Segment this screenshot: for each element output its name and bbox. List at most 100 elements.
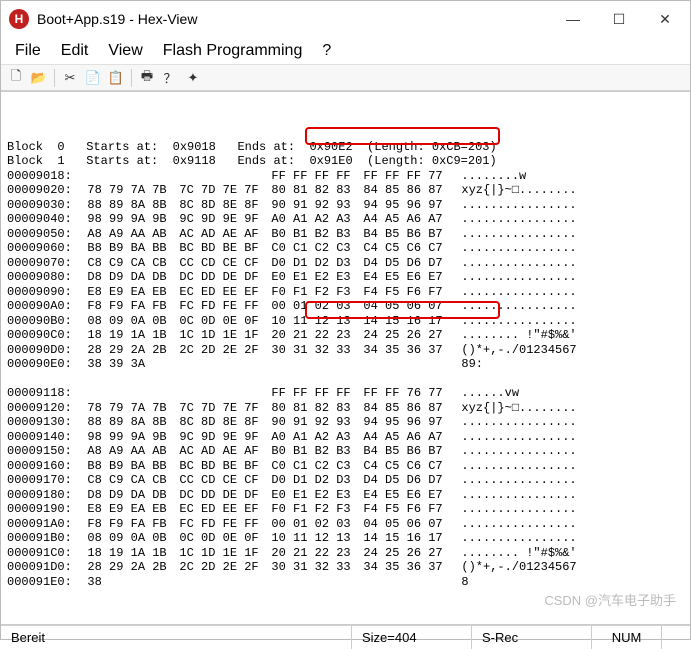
hex-row[interactable] xyxy=(7,372,684,387)
menubar: File Edit View Flash Programming ? xyxy=(1,37,690,65)
hex-address: 000090C0: xyxy=(7,328,73,343)
hex-row[interactable]: 00009170: C8 C9 CA CBCC CD CE CFD0 D1 D2… xyxy=(7,473,684,488)
print-icon[interactable]: 🖶 xyxy=(136,67,158,89)
menu-flash-programming[interactable]: Flash Programming xyxy=(155,40,311,62)
hex-group: D0 D1 D2 D3 xyxy=(271,473,363,488)
menu-view[interactable]: View xyxy=(100,40,150,62)
hex-address: 00009118: xyxy=(7,386,73,401)
hex-row[interactable]: 00009050: A8 A9 AA ABAC AD AE AFB0 B1 B2… xyxy=(7,227,684,242)
hex-address: 00009190: xyxy=(7,502,73,517)
hex-row[interactable]: 00009090: E8 E9 EA EBEC ED EE EFF0 F1 F2… xyxy=(7,285,684,300)
hex-row[interactable]: 00009040: 98 99 9A 9B9C 9D 9E 9FA0 A1 A2… xyxy=(7,212,684,227)
hex-group: 88 89 8A 8B xyxy=(87,415,179,430)
hex-row[interactable]: 000091C0: 18 19 1A 1B1C 1D 1E 1F20 21 22… xyxy=(7,546,684,561)
hex-group: F0 F1 F2 F3 xyxy=(271,502,363,517)
hex-ascii: ................ xyxy=(455,212,576,227)
hex-group: C0 C1 C2 C3 xyxy=(271,241,363,256)
about-icon[interactable]: ？ xyxy=(159,67,181,89)
hex-group: E8 E9 EA EB xyxy=(87,285,179,300)
hex-group: A4 A5 A6 A7 xyxy=(363,212,455,227)
window-controls: — ☐ ✕ xyxy=(550,3,688,35)
hex-address: 00009030: xyxy=(7,198,73,213)
status-ready: Bereit xyxy=(1,626,352,649)
hex-row[interactable]: 00009160: B8 B9 BA BBBC BD BE BFC0 C1 C2… xyxy=(7,459,684,474)
hex-row[interactable]: 00009130: 88 89 8A 8B8C 8D 8E 8F90 91 92… xyxy=(7,415,684,430)
hex-ascii: ()*+,-./01234567 xyxy=(455,560,576,575)
hex-row[interactable]: 00009080: D8 D9 DA DBDC DD DE DFE0 E1 E2… xyxy=(7,270,684,285)
hex-group: D4 D5 D6 D7 xyxy=(363,256,455,271)
copy-icon[interactable]: 📄 xyxy=(82,67,104,89)
hex-address: 000091E0: xyxy=(7,575,73,590)
status-format: S-Rec xyxy=(472,626,592,649)
menu-file[interactable]: File xyxy=(7,40,49,62)
hex-row[interactable]: 000091B0: 08 09 0A 0B0C 0D 0E 0F10 11 12… xyxy=(7,531,684,546)
hex-ascii: ()*+,-./01234567 xyxy=(455,343,576,358)
hex-view[interactable]: Block 0 Starts at: 0x9018 Ends at: 0x90E… xyxy=(1,91,690,625)
open-icon[interactable]: 📂 xyxy=(28,67,50,89)
hex-ascii: ................ xyxy=(455,256,576,271)
hex-row[interactable]: 000090D0: 28 29 2A 2B2C 2D 2E 2F30 31 32… xyxy=(7,343,684,358)
hex-row[interactable]: 000090B0: 08 09 0A 0B0C 0D 0E 0F10 11 12… xyxy=(7,314,684,329)
hex-group: 04 05 06 07 xyxy=(363,517,455,532)
hex-group: 90 91 92 93 xyxy=(271,415,363,430)
hex-ascii: ........ !"#$%&' xyxy=(455,328,576,343)
hex-row[interactable]: 000091E0: 38 8 xyxy=(7,575,684,590)
hex-group: 8C 8D 8E 8F xyxy=(179,415,271,430)
new-icon[interactable]: 🗋 xyxy=(5,67,27,89)
block-header: Block 1 Starts at: 0x9118 Ends at: 0x91E… xyxy=(7,154,684,169)
hex-group: 94 95 96 97 xyxy=(363,198,455,213)
hex-group: BC BD BE BF xyxy=(179,241,271,256)
hex-group: FC FD FE FF xyxy=(179,299,271,314)
hex-ascii: ................ xyxy=(455,488,576,503)
hex-group: AC AD AE AF xyxy=(179,444,271,459)
hex-row[interactable]: 000090C0: 18 19 1A 1B1C 1D 1E 1F20 21 22… xyxy=(7,328,684,343)
hex-ascii: ................ xyxy=(455,241,576,256)
hex-group: 28 29 2A 2B xyxy=(87,343,179,358)
hex-ascii: ................ xyxy=(455,299,576,314)
cut-icon[interactable]: ✂ xyxy=(59,67,81,89)
hex-row[interactable]: 00009070: C8 C9 CA CBCC CD CE CFD0 D1 D2… xyxy=(7,256,684,271)
hex-address: 00009180: xyxy=(7,488,73,503)
status-size: Size=404 xyxy=(352,626,472,649)
hex-row[interactable]: 00009180: D8 D9 DA DBDC DD DE DFE0 E1 E2… xyxy=(7,488,684,503)
hex-row[interactable]: 000090A0: F8 F9 FA FBFC FD FE FF00 01 02… xyxy=(7,299,684,314)
hex-row[interactable]: 00009150: A8 A9 AA ABAC AD AE AFB0 B1 B2… xyxy=(7,444,684,459)
hex-group xyxy=(179,357,271,372)
hex-row[interactable]: 000091D0: 28 29 2A 2B2C 2D 2E 2F30 31 32… xyxy=(7,560,684,575)
hex-row[interactable]: 000091A0: F8 F9 FA FBFC FD FE FF00 01 02… xyxy=(7,517,684,532)
hex-row[interactable]: 00009030: 88 89 8A 8B8C 8D 8E 8F90 91 92… xyxy=(7,198,684,213)
hex-group: 34 35 36 37 xyxy=(363,343,455,358)
close-button[interactable]: ✕ xyxy=(642,3,688,35)
hex-group: D4 D5 D6 D7 xyxy=(363,473,455,488)
hex-address: 000091D0: xyxy=(7,560,73,575)
hex-group: D8 D9 DA DB xyxy=(87,270,179,285)
hex-row[interactable]: 00009118: FF FF FF FFFF FF 76 77......vw xyxy=(7,386,684,401)
hex-group: F8 F9 FA FB xyxy=(87,299,179,314)
hex-address: 00009130: xyxy=(7,415,73,430)
info-icon[interactable]: ✦ xyxy=(182,67,204,89)
hex-group: F4 F5 F6 F7 xyxy=(363,285,455,300)
minimize-button[interactable]: — xyxy=(550,3,596,35)
hex-group: F0 F1 F2 F3 xyxy=(271,285,363,300)
hex-row[interactable]: 00009190: E8 E9 EA EBEC ED EE EFF0 F1 F2… xyxy=(7,502,684,517)
hex-row[interactable]: 00009060: B8 B9 BA BBBC BD BE BFC0 C1 C2… xyxy=(7,241,684,256)
hex-group: DC DD DE DF xyxy=(179,270,271,285)
hex-row[interactable]: 00009140: 98 99 9A 9B9C 9D 9E 9FA0 A1 A2… xyxy=(7,430,684,445)
menu-help[interactable]: ? xyxy=(314,40,339,62)
hex-address: 00009070: xyxy=(7,256,73,271)
hex-ascii: xyz{|}~□........ xyxy=(455,401,576,416)
hex-group: 30 31 32 33 xyxy=(271,343,363,358)
maximize-button[interactable]: ☐ xyxy=(596,3,642,35)
hex-row[interactable]: 00009020: 78 79 7A 7B7C 7D 7E 7F80 81 82… xyxy=(7,183,684,198)
hex-address: 00009020: xyxy=(7,183,73,198)
hex-row[interactable]: 00009018: FF FF FF FFFF FF FF 77........… xyxy=(7,169,684,184)
hex-group xyxy=(271,357,363,372)
hex-group: F4 F5 F6 F7 xyxy=(363,502,455,517)
hex-address: 00009050: xyxy=(7,227,73,242)
paste-icon[interactable]: 📋 xyxy=(105,67,127,89)
hex-address: 00009040: xyxy=(7,212,73,227)
hex-group xyxy=(87,169,179,184)
menu-edit[interactable]: Edit xyxy=(53,40,97,62)
hex-row[interactable]: 00009120: 78 79 7A 7B7C 7D 7E 7F80 81 82… xyxy=(7,401,684,416)
hex-row[interactable]: 000090E0: 38 39 3A 89: xyxy=(7,357,684,372)
